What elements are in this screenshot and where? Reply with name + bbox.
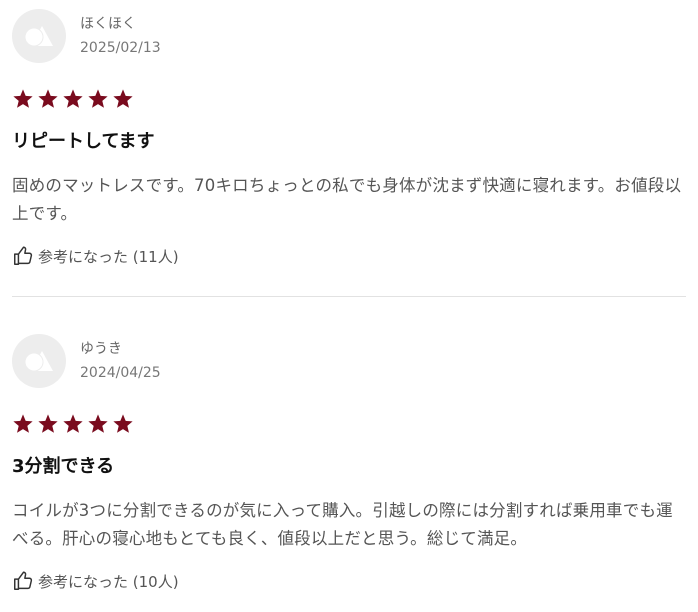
star-rating xyxy=(12,413,686,435)
review-title: 3分割できる xyxy=(12,456,115,477)
review-list: ほくほく 2025/02/13 リピートしてます 固めのマットレスです。70キロ… xyxy=(0,0,698,593)
helpful-button[interactable]: 参考になった (10人) xyxy=(12,569,686,593)
thumbs-up-icon xyxy=(14,246,33,265)
helpful-label: 参考になった (10人) xyxy=(38,572,179,591)
star-icon xyxy=(38,89,58,108)
star-icon xyxy=(63,414,83,433)
star-icon xyxy=(88,89,108,108)
review-body: コイルが3つに分割できるのが気に入って購入。引越しの際には分割すれば乗用車でも運… xyxy=(12,501,673,548)
review-item: ゆうき 2024/04/25 3分割できる コイルが3つに分割できるのが気に入っ… xyxy=(0,297,698,593)
user-name: ゆうき xyxy=(80,341,122,357)
default-avatar-icon xyxy=(12,334,66,388)
star-icon xyxy=(113,414,133,433)
review-body: 固めのマットレスです。70キロちょっとの私でも身体が沈まず快適に寝れます。お値段… xyxy=(12,176,682,223)
star-icon xyxy=(88,414,108,433)
star-rating xyxy=(12,88,686,110)
review-header: ほくほく 2025/02/13 xyxy=(12,8,686,64)
thumbs-up-icon xyxy=(14,571,33,590)
review-item: ほくほく 2025/02/13 リピートしてます 固めのマットレスです。70キロ… xyxy=(0,0,698,268)
review-date: 2024/04/25 xyxy=(80,365,161,381)
helpful-button[interactable]: 参考になった (11人) xyxy=(12,244,686,268)
user-name: ほくほく xyxy=(80,16,136,32)
star-icon xyxy=(63,89,83,108)
helpful-label: 参考になった (11人) xyxy=(38,247,179,266)
default-avatar-icon xyxy=(12,9,66,63)
star-icon xyxy=(13,89,33,108)
review-header: ゆうき 2024/04/25 xyxy=(12,333,686,389)
star-icon xyxy=(113,89,133,108)
star-icon xyxy=(38,414,58,433)
user-meta: ほくほく 2025/02/13 xyxy=(80,14,161,58)
review-date: 2025/02/13 xyxy=(80,40,161,56)
star-icon xyxy=(13,414,33,433)
user-meta: ゆうき 2024/04/25 xyxy=(80,339,161,383)
review-title: リピートしてます xyxy=(12,131,155,152)
